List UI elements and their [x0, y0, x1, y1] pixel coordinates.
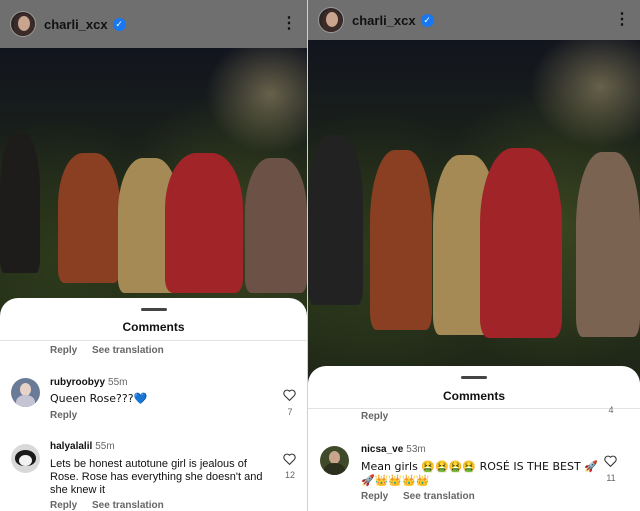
drag-handle[interactable]	[461, 376, 487, 379]
avatar[interactable]	[11, 444, 40, 473]
comment-text-content: Mean girls 🤮🤮🤮🤮 ROSÉ IS THE BEST 🚀🚀👑👑👑👑	[361, 460, 598, 487]
verified-badge-icon: ✓	[420, 13, 434, 27]
heart-outline-icon[interactable]	[604, 455, 617, 467]
username[interactable]: charli_xcx	[352, 13, 416, 28]
avatar[interactable]	[11, 378, 40, 407]
verified-badge-icon: ✓	[112, 17, 126, 31]
comment-username-text[interactable]: halyalalil	[50, 441, 92, 452]
sheet-title: Comments	[442, 389, 505, 403]
avatar[interactable]	[10, 11, 36, 37]
comment-time: 55m	[108, 377, 128, 388]
person-silhouette	[165, 153, 243, 293]
reply-button[interactable]: Reply	[50, 345, 77, 356]
comment-text-content: Queen Rose???💙	[50, 392, 148, 405]
comment-text: Lets be honest autotune girl is jealous …	[50, 458, 263, 496]
like-count: 12	[284, 470, 295, 480]
avatar[interactable]	[320, 446, 349, 475]
comments-sheet: Comments Reply 4 nicsa_ve 53m Mean girls …	[308, 366, 640, 511]
comment-actions: Reply	[361, 411, 400, 422]
like-count: 4	[608, 405, 614, 415]
person-silhouette	[308, 135, 363, 305]
comment-actions: Reply See translation	[50, 500, 176, 511]
divider	[308, 408, 640, 409]
comment-time: 55m	[95, 441, 115, 452]
comment-username-text[interactable]: nicsa_ve	[361, 444, 403, 455]
like-count: 11	[606, 473, 616, 483]
comment-text: Mean girls 🤮🤮🤮🤮 ROSÉ IS THE BEST 🚀🚀👑👑👑👑	[361, 460, 599, 488]
see-translation-button[interactable]: See translation	[92, 345, 164, 356]
comment-actions: Reply See translation	[50, 345, 176, 356]
comment-username[interactable]: nicsa_ve 53m	[361, 444, 426, 455]
comment-actions: Reply See translation	[361, 491, 487, 502]
reply-button[interactable]: Reply	[361, 411, 388, 422]
comment-username[interactable]: halyalalil 55m	[50, 441, 115, 452]
reply-button[interactable]: Reply	[361, 491, 388, 502]
sheet-title: Comments	[122, 320, 185, 334]
heart-outline-icon[interactable]	[283, 453, 296, 465]
person-silhouette	[370, 150, 432, 330]
more-options-icon[interactable]: ⋮	[614, 12, 630, 28]
reply-button[interactable]: Reply	[50, 500, 77, 511]
avatar[interactable]	[318, 7, 344, 33]
username[interactable]: charli_xcx	[44, 17, 108, 32]
comment-actions: Reply	[50, 410, 89, 421]
person-silhouette	[245, 158, 307, 293]
right-screenshot: charli_xcx ✓ ⋮ Comments Reply 4 nicsa_ve…	[308, 0, 640, 511]
comment-username-text[interactable]: rubyroobyy	[50, 377, 105, 388]
divider	[0, 340, 307, 341]
post-header: charli_xcx ✓ ⋮	[0, 0, 307, 48]
person-silhouette	[0, 133, 40, 273]
comment-text: Queen Rose???💙	[50, 392, 270, 406]
post-header: charli_xcx ✓ ⋮	[308, 0, 640, 40]
more-options-icon[interactable]: ⋮	[281, 16, 297, 32]
see-translation-button[interactable]: See translation	[92, 500, 164, 511]
comment-username[interactable]: rubyroobyy 55m	[50, 377, 127, 388]
left-screenshot: charli_xcx ✓ ⋮ Comments Reply See transl…	[0, 0, 307, 511]
reply-button[interactable]: Reply	[50, 410, 77, 421]
like-count: 7	[287, 407, 293, 417]
comments-sheet: Comments Reply See translation rubyrooby…	[0, 298, 307, 511]
see-translation-button[interactable]: See translation	[403, 491, 475, 502]
person-silhouette	[58, 153, 120, 283]
drag-handle[interactable]	[140, 308, 167, 311]
person-silhouette	[480, 148, 562, 338]
person-silhouette	[576, 152, 640, 337]
comment-time: 53m	[406, 444, 426, 455]
heart-outline-icon[interactable]	[283, 389, 296, 401]
